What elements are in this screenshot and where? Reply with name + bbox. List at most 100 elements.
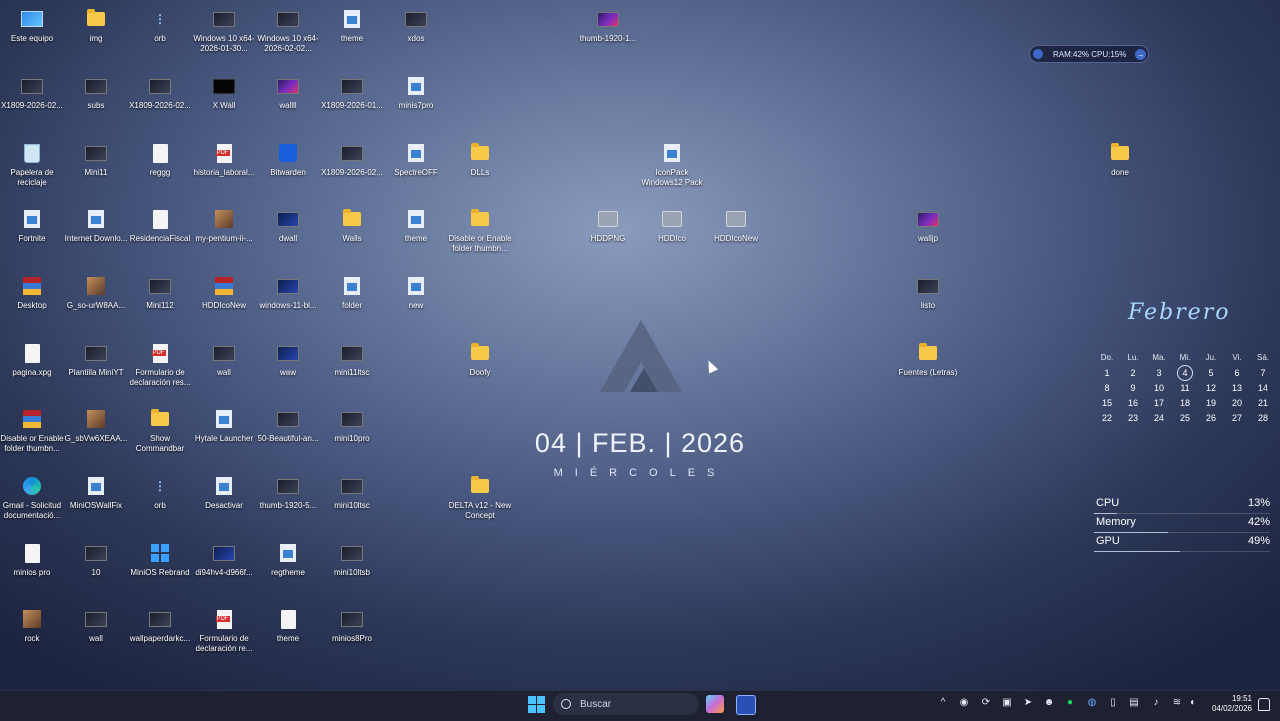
desktop-icon[interactable]: Show Commandbar: [128, 406, 192, 466]
spotify-icon[interactable]: ●: [1064, 697, 1076, 711]
calendar-day[interactable]: 12: [1198, 383, 1224, 393]
calendar-day[interactable]: 20: [1224, 398, 1250, 408]
desktop-icon[interactable]: di94hv4-d966f...: [192, 540, 256, 600]
wifi-icon[interactable]: ≋: [1171, 697, 1183, 711]
calendar-day[interactable]: 21: [1250, 398, 1276, 408]
calendar-day[interactable]: 28: [1250, 413, 1276, 423]
tray-teal-app-icon[interactable]: ▤: [1128, 697, 1140, 711]
desktop-icon[interactable]: G_so-urW8AA...: [64, 273, 128, 333]
calendar-day[interactable]: 6: [1224, 368, 1250, 378]
desktop-icon[interactable]: thumb-1920-1...: [576, 6, 640, 66]
desktop-icon[interactable]: Desactivar: [192, 473, 256, 533]
calendar-day[interactable]: 18: [1172, 398, 1198, 408]
desktop-icon[interactable]: img: [64, 6, 128, 66]
desktop-icon[interactable]: Mini11: [64, 140, 128, 200]
desktop-icon[interactable]: theme: [384, 206, 448, 266]
desktop-icon[interactable]: windows-11-bl...: [256, 273, 320, 333]
taskbar-search-box[interactable]: Buscar: [553, 693, 699, 715]
desktop-icon[interactable]: folder: [320, 273, 384, 333]
desktop-icon[interactable]: HDDIcoNew: [192, 273, 256, 333]
desktop-icon[interactable]: minios pro: [0, 540, 64, 600]
calendar-day[interactable]: 3: [1146, 368, 1172, 378]
discord-icon[interactable]: ☻: [1043, 697, 1055, 711]
desktop-icon[interactable]: subs: [64, 73, 128, 133]
calendar-day[interactable]: 24: [1146, 413, 1172, 423]
desktop-icon[interactable]: new: [384, 273, 448, 333]
desktop-icon[interactable]: Gmail - Solicitud documentació...: [0, 473, 64, 533]
desktop-icon[interactable]: Doofy: [448, 340, 512, 400]
tray-app-icon[interactable]: ▣: [1001, 697, 1013, 711]
desktop-icon[interactable]: rock: [0, 606, 64, 666]
system-monitor-widget[interactable]: RAM:42% CPU:15% →: [1029, 45, 1149, 63]
desktop-icon[interactable]: Disable or Enable folder thumbn...: [0, 406, 64, 466]
calendar-day[interactable]: 7: [1250, 368, 1276, 378]
desktop-icon[interactable]: Este equipo: [0, 6, 64, 66]
desktop-icon[interactable]: X1809-2026-01...: [320, 73, 384, 133]
calendar-day[interactable]: 14: [1250, 383, 1276, 393]
desktop-icon[interactable]: 50-Beautiful-an...: [256, 406, 320, 466]
desktop-icon[interactable]: wall: [64, 606, 128, 666]
desktop-icon[interactable]: G_sbVw6XEAA...: [64, 406, 128, 466]
desktop-icon[interactable]: Windows 10 x64-2026-01-30...: [192, 6, 256, 66]
copilot-icon[interactable]: [706, 695, 724, 713]
calendar-day[interactable]: 2: [1120, 368, 1146, 378]
calendar-day[interactable]: 16: [1120, 398, 1146, 408]
desktop-icon[interactable]: X1809-2026-02...: [128, 73, 192, 133]
desktop-icon[interactable]: MiniOSWallFix: [64, 473, 128, 533]
desktop-icon[interactable]: Fuentes (Letras): [896, 340, 960, 400]
calendar-day[interactable]: 9: [1120, 383, 1146, 393]
desktop-icon[interactable]: Windows 10 x64-2026-02-02...: [256, 6, 320, 66]
desktop-icon[interactable]: dwall: [256, 206, 320, 266]
desktop-icon[interactable]: pagina.xpg: [0, 340, 64, 400]
control-panel-icon[interactable]: [736, 695, 756, 715]
volume-icon[interactable]: ◖: [1186, 697, 1198, 711]
desktop-icon[interactable]: wallll: [256, 73, 320, 133]
desktop-icon[interactable]: walljp: [896, 206, 960, 266]
desktop-icon[interactable]: xdos: [384, 6, 448, 66]
calendar-day[interactable]: 26: [1198, 413, 1224, 423]
desktop-icon[interactable]: wallpaperdarkc...: [128, 606, 192, 666]
desktop-icon[interactable]: DELTA v12 - New Concept: [448, 473, 512, 533]
desktop-icon[interactable]: regtheme: [256, 540, 320, 600]
microphone-tray-icon[interactable]: ♪: [1150, 697, 1162, 711]
desktop-icon[interactable]: Desktop: [0, 273, 64, 333]
desktop-icon[interactable]: Bitwarden: [256, 140, 320, 200]
arrow-right-icon[interactable]: →: [1135, 48, 1146, 60]
desktop-icon[interactable]: listo: [896, 273, 960, 333]
calendar-day[interactable]: 17: [1146, 398, 1172, 408]
desktop-icon[interactable]: done: [1088, 140, 1152, 200]
calendar-day[interactable]: 23: [1120, 413, 1146, 423]
desktop-icon[interactable]: Disable or Enable folder thumbn...: [448, 206, 512, 266]
calendar-day[interactable]: 13: [1224, 383, 1250, 393]
calendar-day[interactable]: 15: [1094, 398, 1120, 408]
desktop-icon[interactable]: SpectreOFF: [384, 140, 448, 200]
desktop-icon[interactable]: mini10ltsc: [320, 473, 384, 533]
calendar-day[interactable]: 8: [1094, 383, 1120, 393]
desktop-icon[interactable]: Plantilla MiniYT: [64, 340, 128, 400]
desktop-icon[interactable]: my-pentium-ii-...: [192, 206, 256, 266]
calendar-day[interactable]: 19: [1198, 398, 1224, 408]
calendar-day[interactable]: 25: [1172, 413, 1198, 423]
desktop-icon[interactable]: Internet Downlo...: [64, 206, 128, 266]
desktop-icon[interactable]: theme: [320, 6, 384, 66]
desktop-icon[interactable]: IconPack Windows12 Pack: [640, 140, 704, 200]
desktop-icon[interactable]: mini11ltsc: [320, 340, 384, 400]
calendar-day[interactable]: 1: [1094, 368, 1120, 378]
desktop-icon[interactable]: wall: [192, 340, 256, 400]
calendar-day[interactable]: 27: [1224, 413, 1250, 423]
calendar-day[interactable]: 4: [1172, 365, 1198, 381]
desktop-icon[interactable]: historia_laboral...: [192, 140, 256, 200]
start-button[interactable]: [528, 696, 545, 713]
desktop-icon[interactable]: 10: [64, 540, 128, 600]
desktop-icon[interactable]: MiniOS Rebrand: [128, 540, 192, 600]
desktop-icon[interactable]: Mini112: [128, 273, 192, 333]
telegram-icon[interactable]: ➤: [1022, 697, 1034, 711]
notification-bell-icon[interactable]: [1258, 698, 1270, 711]
desktop-icon[interactable]: Fortnite: [0, 206, 64, 266]
desktop-icon[interactable]: ⋮ orb: [128, 473, 192, 533]
calendar-day[interactable]: 10: [1146, 383, 1172, 393]
desktop-icon[interactable]: mini10pro: [320, 406, 384, 466]
desktop-icon[interactable]: minios8Pro: [320, 606, 384, 666]
desktop-icon[interactable]: theme: [256, 606, 320, 666]
desktop-icon[interactable]: ResidenciaFiscal: [128, 206, 192, 266]
